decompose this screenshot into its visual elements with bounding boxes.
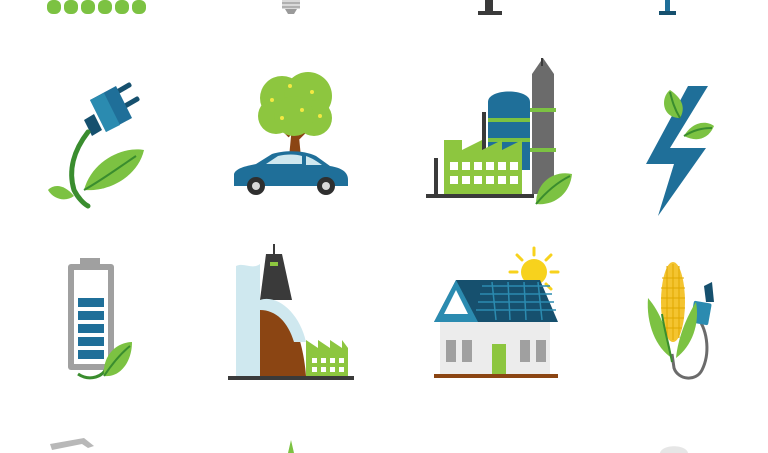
car-under-tree-icon xyxy=(232,66,352,200)
hydro-dam-icon xyxy=(226,244,356,382)
lamp-base-partial-icon xyxy=(656,0,680,16)
green-leaves-row-partial-icon xyxy=(45,0,149,16)
pole-base-partial-icon xyxy=(476,0,504,16)
electric-plug-leaf-icon xyxy=(44,80,148,210)
bottom-partial-icon-right xyxy=(656,440,692,453)
light-bulb-partial-icon xyxy=(280,0,302,16)
lightning-leaf-icon xyxy=(640,84,720,218)
bottom-partial-icon-left xyxy=(48,436,98,453)
eco-energy-icon-sheet xyxy=(0,0,768,453)
green-factory-icon xyxy=(424,58,574,208)
bottom-partial-icon-middle xyxy=(284,440,298,453)
corn-fuel-pump-icon xyxy=(642,258,722,382)
battery-leaf-icon xyxy=(64,258,134,382)
solar-house-icon xyxy=(430,246,562,382)
